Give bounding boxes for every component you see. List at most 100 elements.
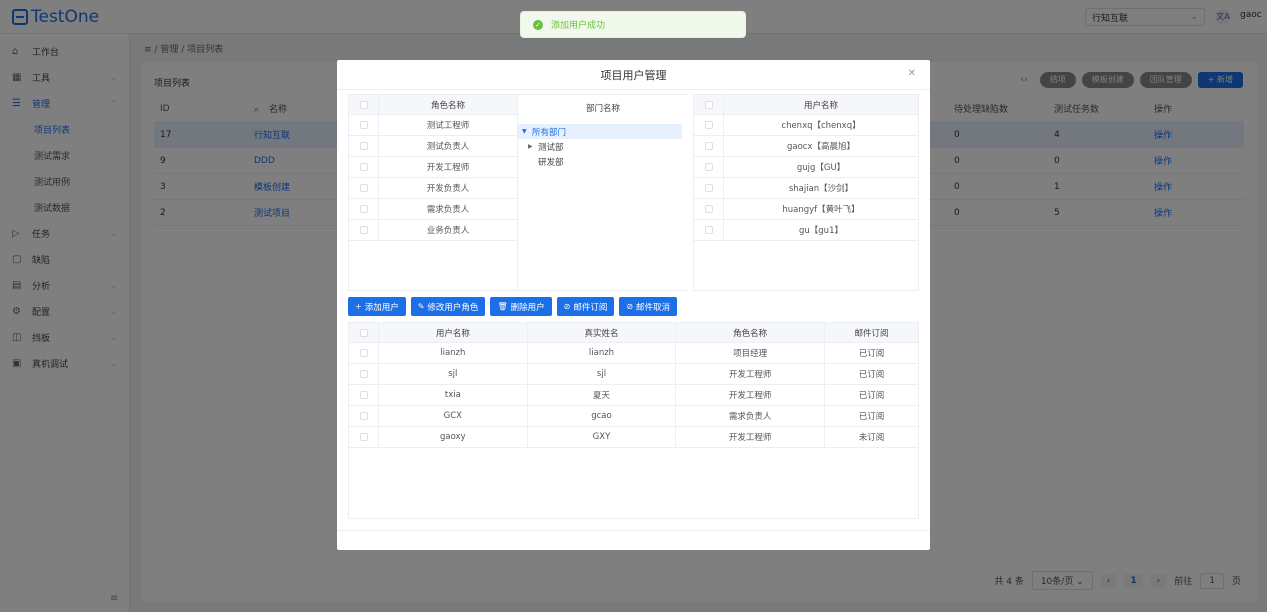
cell-subscribe: 已订阅 xyxy=(858,412,885,422)
row-checkbox[interactable] xyxy=(349,199,379,219)
table-row[interactable]: gu【gu1】 xyxy=(694,220,918,241)
table-row[interactable]: shajian【沙剑】 xyxy=(694,178,918,199)
row-checkbox[interactable] xyxy=(349,427,379,447)
members-table: 用户名称 真实姓名 角色名称 邮件订阅 lianzh lianzh 项目经理 已订阅 … xyxy=(348,322,919,519)
table-row[interactable]: 业务负责人 xyxy=(349,220,517,241)
cell-realname: GXY xyxy=(528,427,677,447)
dept-tree: 部门名称 ▼ 所有部门 ▶ 测试部 研发部 xyxy=(517,94,688,291)
cell-role: 开发工程师 xyxy=(676,385,825,405)
table-row[interactable]: 测试工程师 xyxy=(349,115,517,136)
member-actions: + 添加用户 ✎ 修改用户角色 🗑 删除用户 ⊘ 邮件订阅 ⊘ 邮件取消 xyxy=(348,297,678,316)
table-row[interactable]: gujg【GU】 xyxy=(694,157,918,178)
tree-node-all[interactable]: ▼ 所有部门 xyxy=(518,124,682,139)
mail-subscribe-button[interactable]: ⊘ 邮件订阅 xyxy=(556,297,615,316)
cell-role: 开发工程师 xyxy=(676,364,825,384)
close-icon[interactable]: ✕ xyxy=(908,68,916,79)
user-name-cell: chenxq【chenxq】 xyxy=(781,121,861,131)
row-checkbox[interactable] xyxy=(349,343,379,363)
tree-node-test[interactable]: ▶ 测试部 xyxy=(518,139,688,154)
table-row[interactable]: gaoxy GXY 开发工程师 未订阅 xyxy=(349,427,918,448)
tree-node-label: 测试部 xyxy=(538,142,564,153)
select-all-checkbox[interactable] xyxy=(349,95,379,114)
row-checkbox[interactable] xyxy=(694,178,724,198)
role-name: 开发工程师 xyxy=(426,163,470,173)
row-checkbox[interactable] xyxy=(349,136,379,156)
user-name-cell: huangyf【黄叶飞】 xyxy=(782,205,860,215)
user-name-cell: shajian【沙剑】 xyxy=(788,184,854,194)
row-checkbox[interactable] xyxy=(694,199,724,219)
table-row[interactable]: gaocx【高晨旭】 xyxy=(694,136,918,157)
role-name: 业务负责人 xyxy=(426,226,470,236)
col-realname: 真实姓名 xyxy=(528,323,677,342)
cell-username: GCX xyxy=(379,406,528,426)
table-row[interactable]: huangyf【黄叶飞】 xyxy=(694,199,918,220)
row-checkbox[interactable] xyxy=(349,220,379,240)
row-checkbox[interactable] xyxy=(349,157,379,177)
users-table: 用户名称 chenxq【chenxq】 gaocx【高晨旭】 gujg【GU】 … xyxy=(693,94,919,291)
row-checkbox[interactable] xyxy=(694,157,724,177)
tree-node-dev[interactable]: 研发部 xyxy=(518,154,688,169)
button-label: 修改用户角色 xyxy=(427,302,479,313)
row-checkbox[interactable] xyxy=(694,220,724,240)
table-row[interactable]: 需求负责人 xyxy=(349,199,517,220)
tree-node-label: 研发部 xyxy=(538,157,564,168)
cancel-icon: ⊘ xyxy=(626,302,634,311)
divider xyxy=(337,530,930,531)
plus-icon: + xyxy=(355,302,362,311)
table-header: 用户名称 xyxy=(694,95,918,115)
col-role: 角色名称 xyxy=(676,323,825,342)
col-username: 用户名称 xyxy=(379,323,528,342)
caret-down-icon[interactable]: ▼ xyxy=(522,128,532,135)
row-checkbox[interactable] xyxy=(349,178,379,198)
role-name: 测试工程师 xyxy=(426,121,470,131)
table-row[interactable]: 开发工程师 xyxy=(349,157,517,178)
cell-realname: lianzh xyxy=(528,343,677,363)
row-checkbox[interactable] xyxy=(694,136,724,156)
role-name: 测试负责人 xyxy=(426,142,470,152)
cell-subscribe: 未订阅 xyxy=(858,433,885,443)
table-row[interactable]: 测试负责人 xyxy=(349,136,517,157)
table-row[interactable]: sjl sjl 开发工程师 已订阅 xyxy=(349,364,918,385)
tree-node-label: 所有部门 xyxy=(532,127,567,138)
row-checkbox[interactable] xyxy=(349,364,379,384)
select-all-checkbox[interactable] xyxy=(349,323,379,342)
table-row[interactable]: chenxq【chenxq】 xyxy=(694,115,918,136)
mail-cancel-button[interactable]: ⊘ 邮件取消 xyxy=(619,297,678,316)
cell-username: sjl xyxy=(379,364,528,384)
edit-role-button[interactable]: ✎ 修改用户角色 xyxy=(410,297,486,316)
cell-subscribe: 已订阅 xyxy=(858,391,885,401)
row-checkbox[interactable] xyxy=(349,385,379,405)
cell-role: 需求负责人 xyxy=(676,406,825,426)
success-toast: ✓ 添加用户成功 xyxy=(520,11,746,38)
cell-subscribe: 已订阅 xyxy=(858,349,885,359)
col-role-name: 角色名称 xyxy=(430,100,465,111)
user-name-cell: gujg【GU】 xyxy=(796,163,846,173)
cell-role: 项目经理 xyxy=(676,343,825,363)
role-name: 需求负责人 xyxy=(426,205,470,215)
dept-header: 部门名称 xyxy=(585,104,620,114)
button-label: 添加用户 xyxy=(364,302,399,313)
table-row[interactable]: txia 夏天 开发工程师 已订阅 xyxy=(349,385,918,406)
user-name-cell: gaocx【高晨旭】 xyxy=(786,142,855,152)
table-row[interactable]: 开发负责人 xyxy=(349,178,517,199)
toast-text: 添加用户成功 xyxy=(551,21,606,31)
col-subscribe: 邮件订阅 xyxy=(854,328,889,339)
cell-realname: 夏天 xyxy=(528,385,677,405)
table-row[interactable]: GCX gcao 需求负责人 已订阅 xyxy=(349,406,918,427)
check-circle-icon: ✓ xyxy=(533,19,543,30)
caret-right-icon[interactable]: ▶ xyxy=(528,143,538,150)
subscribe-icon: ⊘ xyxy=(563,302,571,311)
dialog-title: 项目用户管理 xyxy=(600,69,667,82)
trash-icon: 🗑 xyxy=(497,302,508,311)
delete-user-button[interactable]: 🗑 删除用户 xyxy=(490,297,552,316)
table-row[interactable]: lianzh lianzh 项目经理 已订阅 xyxy=(349,343,918,364)
edit-icon: ✎ xyxy=(417,302,425,311)
row-checkbox[interactable] xyxy=(694,115,724,135)
divider xyxy=(337,89,930,90)
user-name-cell: gu【gu1】 xyxy=(799,226,843,236)
select-all-checkbox[interactable] xyxy=(694,95,724,114)
row-checkbox[interactable] xyxy=(349,406,379,426)
row-checkbox[interactable] xyxy=(349,115,379,135)
cell-realname: gcao xyxy=(528,406,677,426)
add-user-button[interactable]: + 添加用户 xyxy=(348,297,406,316)
